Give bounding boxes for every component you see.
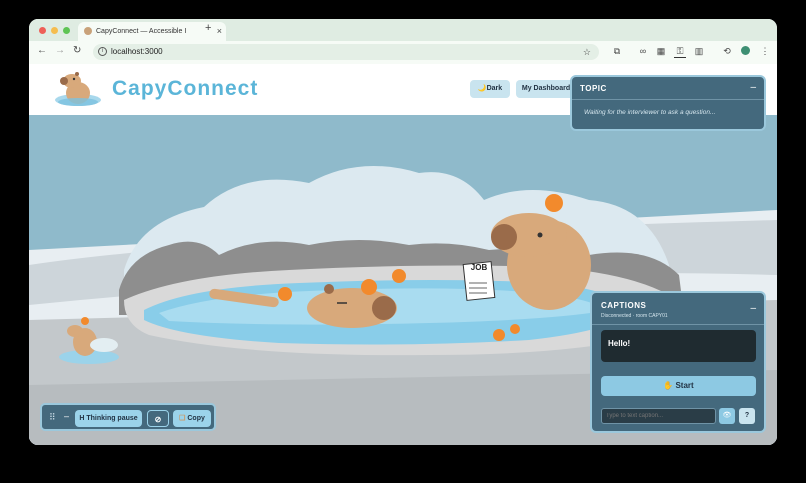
captions-panel: CAPTIONS Disconnected · room CAPY01 – He… (590, 291, 766, 433)
extensions-icon[interactable]: ⧉ (611, 46, 623, 57)
bottom-toolbar: ⠿ – H Thinking pause ⊘ ❏ Copy (40, 403, 216, 431)
sidebar-icon[interactable]: ▥ (693, 46, 705, 57)
topic-panel: TOPIC – Waiting for the interviewer to a… (570, 75, 766, 131)
maximize-window-button[interactable] (63, 27, 70, 34)
url-text: localhost:3000 (111, 47, 163, 56)
new-tab-button[interactable]: + (205, 22, 211, 34)
drag-handle-icon[interactable]: ⠿ (49, 412, 56, 423)
start-button[interactable]: ✋ Start (601, 376, 756, 396)
tab-bar: CapyConnect — Accessible I × + (29, 19, 777, 41)
copy-icon: ❏ (179, 415, 186, 422)
topic-panel-header[interactable]: TOPIC – (572, 77, 764, 100)
thinking-pause-button[interactable]: H Thinking pause (75, 410, 142, 427)
eye-slash-icon[interactable]: ⊘ (147, 410, 169, 427)
captions-title: CAPTIONS (601, 301, 647, 310)
close-window-button[interactable] (39, 27, 46, 34)
browser-tab[interactable]: CapyConnect — Accessible I × (78, 22, 226, 41)
browser-window: CapyConnect — Accessible I × + ← → ↻ i l… (29, 19, 777, 445)
captions-panel-header[interactable]: CAPTIONS Disconnected · room CAPY01 – (592, 293, 764, 325)
reload-button[interactable]: ↻ (73, 45, 81, 56)
my-dashboard-button[interactable]: My Dashboard (516, 80, 576, 98)
capybara-logo-icon (55, 72, 101, 106)
site-info-icon[interactable]: i (98, 47, 107, 56)
caption-text: Hello! (608, 339, 631, 348)
address-bar[interactable]: i localhost:3000 ☆ (93, 44, 599, 60)
app-logo-text: CapyConnect (112, 77, 259, 100)
menu-icon[interactable]: ⋮ (759, 46, 771, 57)
eye-toggle-icon[interactable]: 👁 (719, 408, 735, 424)
dark-mode-button[interactable]: 🌙Dark (470, 80, 510, 98)
profile-avatar[interactable] (739, 46, 751, 57)
topic-title: TOPIC (580, 84, 607, 93)
bookmark-star-icon[interactable]: ☆ (583, 44, 591, 60)
minimize-window-button[interactable] (51, 27, 58, 34)
forward-button[interactable]: → (55, 45, 65, 56)
qr-code-icon[interactable]: ▦ (655, 46, 667, 57)
copy-label: Copy (187, 415, 205, 422)
app-page: CapyConnect 🌙Dark My Dashboard JOB TOPIC… (29, 64, 777, 445)
sync-icon[interactable]: ⟲ (721, 46, 733, 57)
bottom-minimize-button[interactable]: – (64, 411, 69, 421)
connection-status: Disconnected · room CAPY01 (601, 313, 668, 319)
topic-message: Waiting for the interviewer to ask a que… (584, 109, 716, 116)
caption-text-input[interactable] (601, 408, 716, 424)
copy-button[interactable]: ❏ Copy (173, 410, 211, 427)
password-key-icon[interactable]: ⚿ (674, 46, 686, 58)
capybara-favicon-icon (84, 27, 92, 35)
help-button[interactable]: ? (739, 408, 755, 424)
topic-minimize-button[interactable]: – (750, 82, 756, 93)
job-sign-text: JOB (470, 263, 488, 272)
tab-close-icon[interactable]: × (217, 22, 222, 41)
browser-toolbar: ← → ↻ i localhost:3000 ☆ ⧉ ∞ ▦ ⚿ ▥ ⟲ ⋮ (29, 41, 777, 64)
captions-minimize-button[interactable]: – (750, 303, 756, 314)
tab-title: CapyConnect — Accessible I (96, 28, 187, 35)
caption-display: Hello! (601, 330, 756, 362)
link-icon[interactable]: ∞ (637, 46, 649, 56)
back-button[interactable]: ← (37, 45, 47, 56)
